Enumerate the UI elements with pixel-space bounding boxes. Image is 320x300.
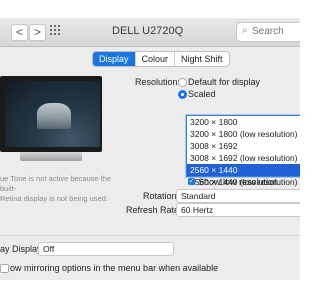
resolution-option[interactable]: 3008 × 1692 (low resolution) xyxy=(187,152,300,164)
display-preferences-window: < > DELL U2720Q ⌕ Display Colour Night S… xyxy=(0,18,300,280)
rotation-select[interactable]: Standard xyxy=(176,189,300,203)
show-all-grid-icon[interactable] xyxy=(50,25,62,37)
resolution-option[interactable]: 3008 × 1692 xyxy=(187,140,300,152)
resolution-option-selected[interactable]: 2560 × 1440 xyxy=(187,164,300,176)
show-low-res-checkbox[interactable]: ✓ xyxy=(188,178,195,185)
title-bar: < > DELL U2720Q ⌕ xyxy=(0,18,300,47)
radio-scaled[interactable] xyxy=(178,90,187,99)
resolution-option[interactable]: 3200 × 1800 (low resolution) xyxy=(187,128,300,140)
mirroring-checkbox[interactable] xyxy=(0,264,9,273)
airplay-display-select[interactable]: Off xyxy=(38,242,174,256)
resolution-option[interactable]: 3200 × 1800 xyxy=(187,116,300,128)
scaled-label: Scaled xyxy=(188,89,216,99)
island-shape xyxy=(37,103,71,129)
default-for-display-label: Default for display xyxy=(188,77,261,87)
forward-button[interactable]: > xyxy=(29,24,46,41)
display-preview-image xyxy=(0,76,102,152)
resolution-label: Resolution: xyxy=(135,77,181,87)
tab-night-shift[interactable]: Night Shift xyxy=(175,52,229,66)
section-divider xyxy=(0,235,300,236)
window-title: DELL U2720Q xyxy=(112,25,184,37)
tab-bar: Display Colour Night Shift xyxy=(92,51,230,67)
refresh-rate-label: Refresh Rate: xyxy=(126,205,182,215)
resolution-list[interactable]: 3200 × 1800 3200 × 1800 (low resolution)… xyxy=(186,115,300,187)
chevron-right-icon: > xyxy=(33,25,41,39)
rotation-label: Rotation: xyxy=(143,191,180,201)
search-field[interactable]: ⌕ xyxy=(236,22,300,42)
tab-colour[interactable]: Colour xyxy=(136,52,176,66)
tab-display[interactable]: Display xyxy=(93,52,136,66)
radio-default-for-display[interactable] xyxy=(178,78,187,87)
search-icon: ⌕ xyxy=(242,25,248,36)
chevron-left-icon: < xyxy=(15,25,23,39)
back-button[interactable]: < xyxy=(11,24,28,41)
wallpaper-preview xyxy=(5,81,100,147)
search-input[interactable] xyxy=(252,25,300,37)
true-tone-note: ue Tone is not active because the built-… xyxy=(0,174,112,203)
refresh-rate-select[interactable]: 60 Hertz xyxy=(176,203,300,217)
monitor-stand xyxy=(20,152,82,161)
mirroring-label: ow mirroring options in the menu bar whe… xyxy=(10,263,219,273)
